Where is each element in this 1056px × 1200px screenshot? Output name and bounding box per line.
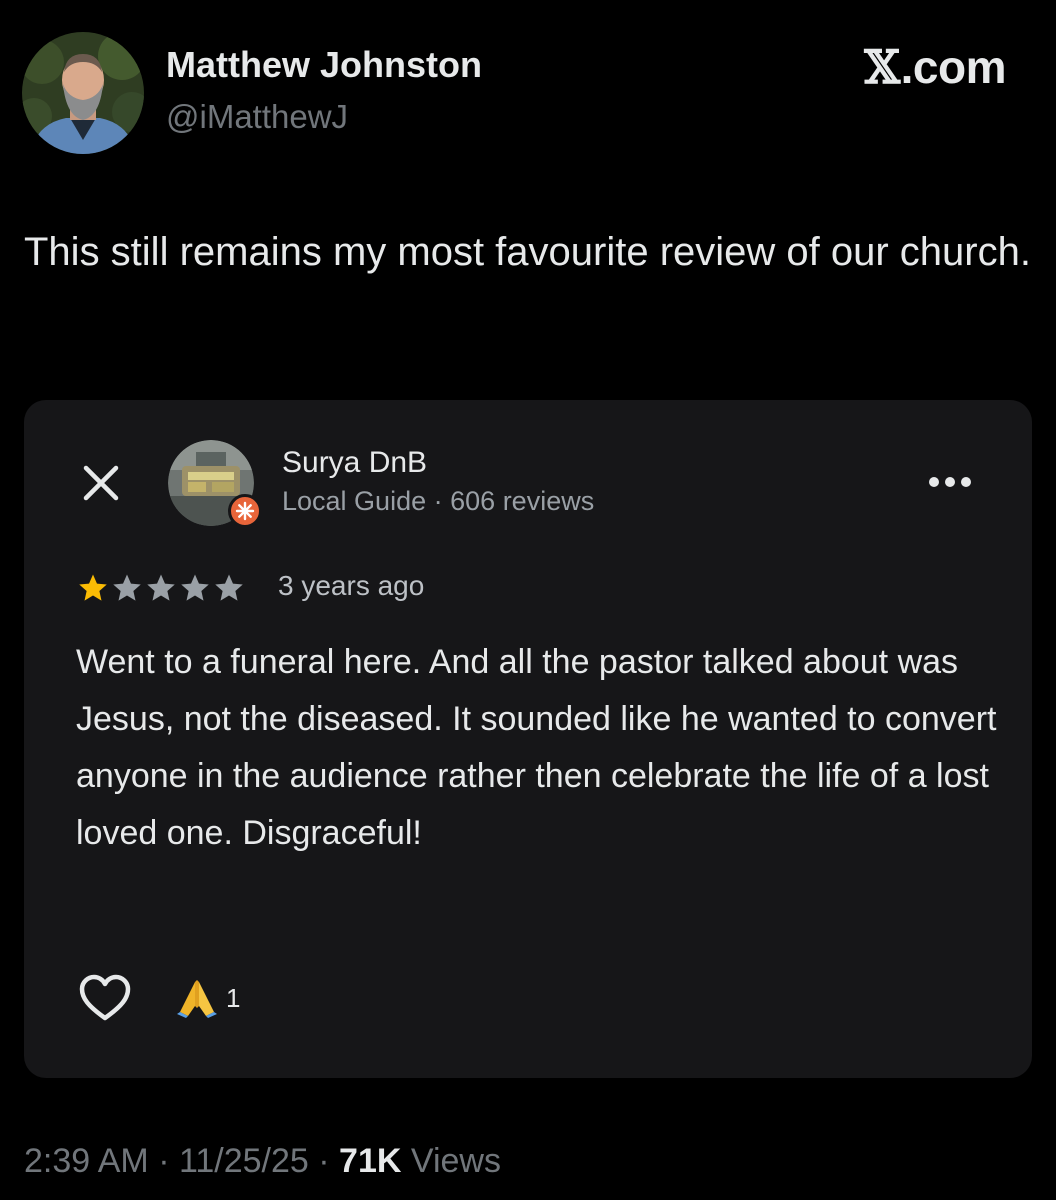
review-body: Went to a funeral here. And all the past…: [76, 643, 997, 852]
reviewer-name[interactable]: Surya DnB: [282, 446, 427, 480]
brand-domain: .com: [900, 41, 1007, 93]
local-guide-label: Local Guide: [282, 486, 427, 516]
x-logo-icon: 𝕏: [864, 40, 900, 94]
more-horizontal-icon[interactable]: [926, 472, 974, 492]
author-avatar[interactable]: [22, 32, 144, 154]
heart-outline-icon[interactable]: [78, 974, 132, 1024]
tweet-footer-meta: 2:39 AM · 11/25/25 · 71K Views: [24, 1142, 501, 1181]
local-guide-badge-icon: [228, 494, 262, 528]
star-empty-icon: [181, 574, 209, 601]
star-empty-icon: [147, 574, 175, 601]
author-avatar-photo: [22, 32, 144, 154]
close-icon[interactable]: [78, 460, 124, 506]
reviewer-meta: Local Guide · 606 reviews: [282, 486, 594, 517]
tweet-time[interactable]: 2:39 AM: [24, 1142, 149, 1180]
review-card: Surya DnB Local Guide · 606 reviews 3 ye…: [24, 400, 1032, 1078]
review-age: 3 years ago: [278, 570, 425, 601]
reaction-count: 1: [226, 982, 241, 1013]
review-count: 606 reviews: [450, 486, 595, 516]
footer-separator: ·: [318, 1142, 330, 1180]
star-rating: [76, 568, 246, 608]
x-com-brand: 𝕏.com: [864, 40, 1006, 94]
views-label: Views: [410, 1142, 501, 1180]
meta-separator: ·: [433, 486, 443, 516]
star-empty-icon: [215, 574, 243, 601]
star-empty-icon: [113, 574, 141, 601]
views-count[interactable]: 71K: [339, 1142, 401, 1180]
footer-separator: ·: [158, 1142, 170, 1180]
reaction-chip[interactable]: 1: [176, 978, 240, 1018]
star-filled-icon: [79, 574, 107, 601]
author-name[interactable]: Matthew Johnston: [166, 44, 482, 86]
tweet-date[interactable]: 11/25/25: [179, 1142, 309, 1180]
tweet-text: This still remains my most favourite rev…: [24, 230, 1031, 274]
author-handle[interactable]: @iMatthewJ: [166, 98, 348, 136]
praying-hands-icon: [177, 980, 217, 1018]
